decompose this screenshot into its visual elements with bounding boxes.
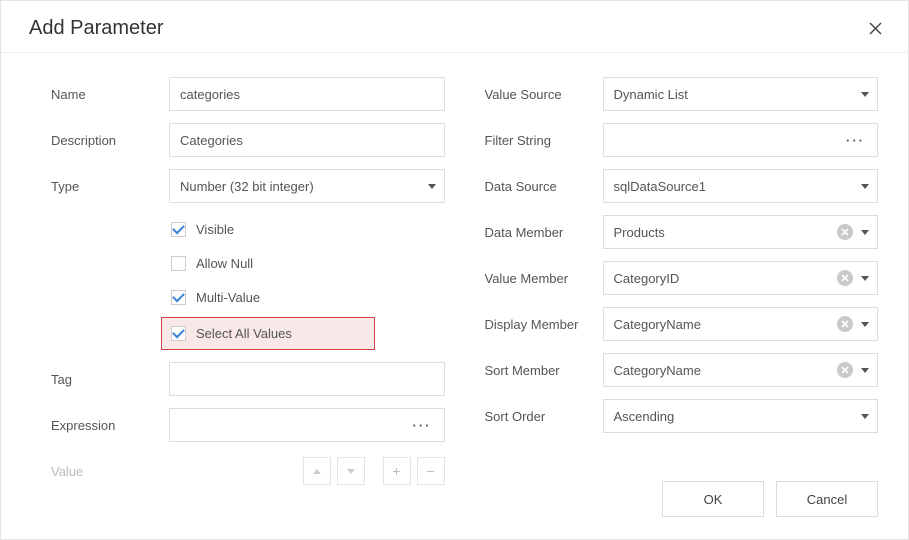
type-label: Type [51, 179, 169, 194]
close-button[interactable] [866, 20, 884, 38]
value-remove-button[interactable]: − [417, 457, 445, 485]
filter-string-input[interactable]: ··· [603, 123, 879, 157]
tag-row: Tag [51, 362, 445, 396]
type-row: Type Number (32 bit integer) [51, 169, 445, 203]
data-source-row: Data Source sqlDataSource1 [485, 169, 879, 203]
value-down-button[interactable] [337, 457, 365, 485]
allow-null-checkbox-label: Allow Null [196, 256, 253, 271]
value-label: Value [51, 464, 169, 479]
display-member-select[interactable]: CategoryName [603, 307, 879, 341]
value-source-row: Value Source Dynamic List [485, 77, 879, 111]
sort-member-select-text: CategoryName [614, 363, 838, 378]
expression-label: Expression [51, 418, 169, 433]
data-source-label: Data Source [485, 179, 603, 194]
chevron-down-icon [428, 184, 436, 189]
tag-input[interactable] [169, 362, 445, 396]
visible-checkbox-label: Visible [196, 222, 234, 237]
clear-icon [841, 320, 849, 328]
select-all-checkbox[interactable] [171, 326, 186, 341]
value-member-clear-button[interactable] [837, 270, 853, 286]
type-select-text: Number (32 bit integer) [180, 179, 428, 194]
tag-label: Tag [51, 372, 169, 387]
right-column: Value Source Dynamic List Filter String … [485, 77, 879, 488]
sort-order-select[interactable]: Ascending [603, 399, 879, 433]
description-label: Description [51, 133, 169, 148]
value-source-select[interactable]: Dynamic List [603, 77, 879, 111]
clear-icon [841, 366, 849, 374]
select-all-checkbox-row: Select All Values [161, 317, 375, 350]
name-row: Name [51, 77, 445, 111]
add-parameter-dialog: Add Parameter Name Description [0, 0, 909, 540]
clear-icon [841, 228, 849, 236]
ellipsis-icon: ··· [413, 418, 432, 433]
value-member-select[interactable]: CategoryID [603, 261, 879, 295]
cancel-button[interactable]: Cancel [776, 481, 878, 517]
description-row: Description [51, 123, 445, 157]
value-member-row: Value Member CategoryID [485, 261, 879, 295]
checkboxes-row: Visible Allow Null Multi-Value Select Al… [51, 215, 445, 350]
visible-checkbox-row: Visible [169, 215, 445, 243]
chevron-down-icon [861, 414, 869, 419]
dialog-title: Add Parameter [29, 17, 164, 40]
data-source-select[interactable]: sqlDataSource1 [603, 169, 879, 203]
type-select[interactable]: Number (32 bit integer) [169, 169, 445, 203]
dialog-header: Add Parameter [1, 1, 908, 53]
sort-member-clear-button[interactable] [837, 362, 853, 378]
chevron-down-icon [861, 184, 869, 189]
filter-string-row: Filter String ··· [485, 123, 879, 157]
close-icon [869, 22, 882, 35]
data-member-clear-button[interactable] [837, 224, 853, 240]
clear-icon [841, 274, 849, 282]
select-all-checkbox-label: Select All Values [196, 326, 292, 341]
dialog-body: Name Description Type Number (32 bit int… [1, 53, 908, 498]
filter-string-label: Filter String [485, 133, 603, 148]
chevron-down-icon [861, 230, 869, 235]
chevron-down-icon [861, 92, 869, 97]
name-label: Name [51, 87, 169, 102]
dialog-footer: OK Cancel [662, 481, 878, 517]
chevron-down-icon [861, 368, 869, 373]
value-source-label: Value Source [485, 87, 603, 102]
display-member-row: Display Member CategoryName [485, 307, 879, 341]
sort-member-row: Sort Member CategoryName [485, 353, 879, 387]
sort-order-select-text: Ascending [614, 409, 862, 424]
value-source-select-text: Dynamic List [614, 87, 862, 102]
sort-order-row: Sort Order Ascending [485, 399, 879, 433]
value-add-button[interactable]: + [383, 457, 411, 485]
multi-value-checkbox-row: Multi-Value [169, 283, 445, 311]
ellipsis-icon: ··· [846, 133, 865, 148]
display-member-label: Display Member [485, 317, 603, 332]
data-member-row: Data Member Products [485, 215, 879, 249]
multi-value-checkbox-label: Multi-Value [196, 290, 260, 305]
value-up-button[interactable] [303, 457, 331, 485]
display-member-clear-button[interactable] [837, 316, 853, 332]
data-member-label: Data Member [485, 225, 603, 240]
left-column: Name Description Type Number (32 bit int… [31, 77, 445, 488]
sort-member-label: Sort Member [485, 363, 603, 378]
chevron-down-icon [861, 322, 869, 327]
visible-checkbox[interactable] [171, 222, 186, 237]
data-member-select[interactable]: Products [603, 215, 879, 249]
expression-row: Expression ··· [51, 408, 445, 442]
value-member-select-text: CategoryID [614, 271, 838, 286]
allow-null-checkbox-row: Allow Null [169, 249, 445, 277]
value-member-label: Value Member [485, 271, 603, 286]
chevron-down-icon [861, 276, 869, 281]
data-source-select-text: sqlDataSource1 [614, 179, 862, 194]
sort-member-select[interactable]: CategoryName [603, 353, 879, 387]
allow-null-checkbox[interactable] [171, 256, 186, 271]
data-member-select-text: Products [614, 225, 838, 240]
multi-value-checkbox[interactable] [171, 290, 186, 305]
display-member-select-text: CategoryName [614, 317, 838, 332]
value-row: Value + − [51, 454, 445, 488]
expression-input[interactable]: ··· [169, 408, 445, 442]
ok-button[interactable]: OK [662, 481, 764, 517]
sort-order-label: Sort Order [485, 409, 603, 424]
value-spinner-group: + − [169, 457, 445, 485]
description-input[interactable] [169, 123, 445, 157]
name-input[interactable] [169, 77, 445, 111]
